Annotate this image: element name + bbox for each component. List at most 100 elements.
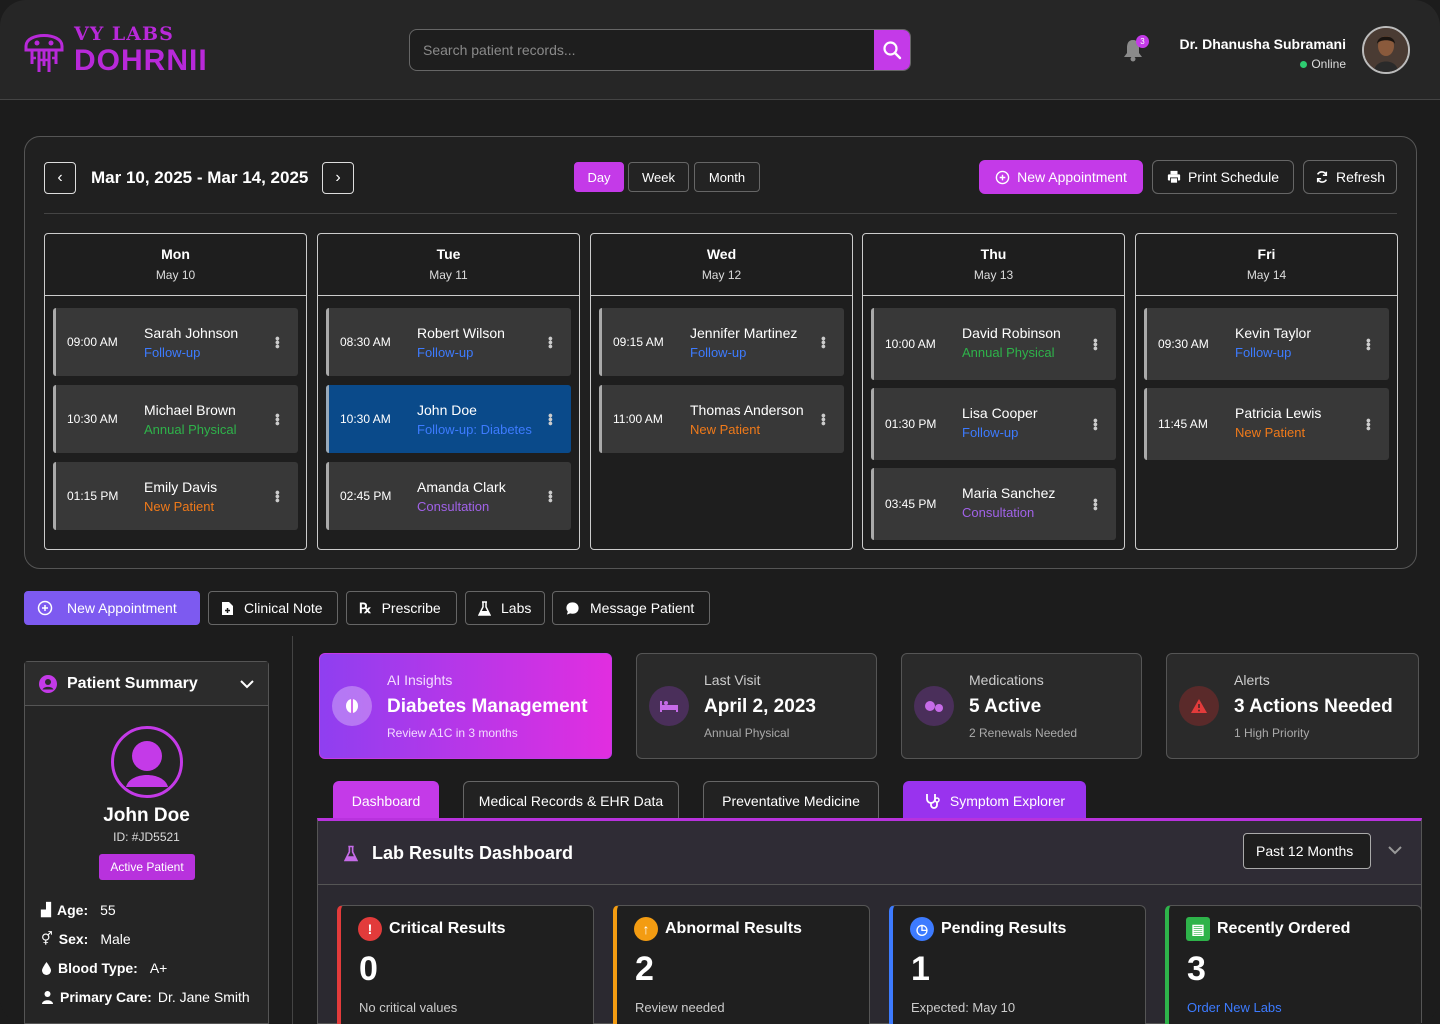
next-week-button[interactable]: › bbox=[322, 162, 354, 194]
tab-preventative-medicine[interactable]: Preventative Medicine bbox=[703, 781, 879, 819]
more-options-icon[interactable]: ••• bbox=[816, 336, 832, 348]
new-appointment-button[interactable]: New Appointment bbox=[979, 160, 1143, 194]
more-options-icon[interactable]: ••• bbox=[1088, 338, 1104, 350]
ai-insights-card[interactable]: AI Insights Diabetes Management Review A… bbox=[319, 653, 612, 759]
more-options-icon[interactable]: ••• bbox=[1088, 418, 1104, 430]
more-options-icon[interactable]: ••• bbox=[543, 413, 559, 425]
lab-card-title: Pending Results bbox=[941, 920, 1067, 937]
lab-summary-card[interactable]: ▤ Recently Ordered 3 Order New Labs bbox=[1165, 905, 1422, 1024]
lab-summary-card[interactable]: ! Critical Results 0 No critical values bbox=[337, 905, 594, 1024]
print-schedule-button[interactable]: Print Schedule bbox=[1152, 160, 1294, 194]
arrow-up-icon: ↑ bbox=[634, 917, 658, 941]
appointment-type: Follow-up: Diabetes bbox=[417, 422, 532, 437]
medications-value: 5 Active bbox=[969, 696, 1042, 717]
user-avatar[interactable] bbox=[1362, 26, 1410, 74]
day-name: Wed bbox=[706, 246, 737, 262]
primary-care-value: Dr. Jane Smith bbox=[157, 989, 250, 1005]
search-input[interactable] bbox=[410, 30, 876, 70]
alerts-card[interactable]: Alerts 3 Actions Needed 1 High Priority bbox=[1166, 653, 1419, 759]
medications-card[interactable]: Medications 5 Active 2 Renewals Needed bbox=[901, 653, 1142, 759]
prev-week-button[interactable]: ‹ bbox=[44, 162, 76, 194]
app-window: VY LABS DOHRNII 3 Dr. Dhanusha Subramani… bbox=[0, 0, 1440, 1024]
patient-summary-header[interactable]: Patient Summary bbox=[25, 662, 268, 706]
more-options-icon[interactable]: ••• bbox=[543, 490, 559, 502]
appointment-type: New Patient bbox=[690, 422, 761, 437]
search-button[interactable] bbox=[874, 30, 910, 70]
appointment-type: Annual Physical bbox=[962, 345, 1055, 360]
more-options-icon[interactable]: ••• bbox=[816, 413, 832, 425]
lab-results-header: Lab Results Dashboard Past 12 Months bbox=[318, 821, 1421, 885]
appointment-time: 02:45 PM bbox=[340, 489, 392, 503]
prescribe-button[interactable]: ℞ Prescribe bbox=[346, 591, 457, 625]
last-visit-card[interactable]: Last Visit April 2, 2023 Annual Physical bbox=[636, 653, 877, 759]
patient-avatar bbox=[111, 726, 183, 798]
stethoscope-icon bbox=[926, 793, 940, 809]
blood-type-label: Blood Type: bbox=[58, 960, 138, 976]
lab-card-sub: Review needed bbox=[635, 1000, 725, 1015]
more-options-icon[interactable]: ••• bbox=[270, 413, 286, 425]
appointment-card[interactable]: 01:15 PM Emily Davis New Patient ••• bbox=[53, 462, 298, 530]
tab-symptom-explorer[interactable]: Symptom Explorer bbox=[903, 781, 1086, 819]
day-header: Mon May 10 bbox=[45, 234, 306, 296]
day-date: May 13 bbox=[973, 268, 1014, 282]
lab-summary-card[interactable]: ↑ Abnormal Results 2 Review needed bbox=[613, 905, 870, 1024]
appointment-card[interactable]: 09:00 AM Sarah Johnson Follow-up ••• bbox=[53, 308, 298, 376]
chevron-right-icon: › bbox=[335, 169, 341, 186]
period-select[interactable]: Past 12 Months bbox=[1243, 833, 1371, 869]
more-options-icon[interactable]: ••• bbox=[1361, 338, 1377, 350]
lab-summary-card[interactable]: ◷ Pending Results 1 Expected: May 10 bbox=[889, 905, 1146, 1024]
more-options-icon[interactable]: ••• bbox=[1361, 418, 1377, 430]
message-patient-button[interactable]: Message Patient bbox=[552, 591, 710, 625]
print-schedule-label: Print Schedule bbox=[1187, 169, 1280, 185]
view-month-button[interactable]: Month bbox=[694, 162, 760, 192]
flask-icon bbox=[344, 845, 358, 862]
patient-id: ID: #JD5521 bbox=[113, 830, 180, 844]
message-patient-label: Message Patient bbox=[590, 600, 695, 616]
more-options-icon[interactable]: ••• bbox=[270, 490, 286, 502]
appointment-card[interactable]: 08:30 AM Robert Wilson Follow-up ••• bbox=[326, 308, 571, 376]
view-day-button[interactable]: Day bbox=[574, 162, 624, 192]
medications-label: Medications bbox=[969, 672, 1044, 688]
more-options-icon[interactable]: ••• bbox=[270, 336, 286, 348]
appointment-card[interactable]: 09:30 AM Kevin Taylor Follow-up ••• bbox=[1144, 308, 1389, 380]
appointment-card[interactable]: 11:45 AM Patricia Lewis New Patient ••• bbox=[1144, 388, 1389, 460]
lab-card-title: Recently Ordered bbox=[1217, 920, 1351, 937]
lab-card-value: 2 bbox=[635, 950, 654, 988]
chat-icon bbox=[566, 601, 579, 615]
appointment-card[interactable]: 02:45 PM Amanda Clark Consultation ••• bbox=[326, 462, 571, 530]
tab-medical-records[interactable]: Medical Records & EHR Data bbox=[463, 781, 679, 819]
prescribe-label: Prescribe bbox=[381, 600, 441, 616]
labs-button[interactable]: Labs bbox=[465, 591, 545, 625]
clinical-note-label: Clinical Note bbox=[244, 600, 323, 616]
day-header: Wed May 12 bbox=[591, 234, 852, 296]
date-range: Mar 10, 2025 - Mar 14, 2025 bbox=[91, 168, 309, 187]
appointment-card[interactable]: 01:30 PM Lisa Cooper Follow-up ••• bbox=[871, 388, 1116, 460]
clinical-note-button[interactable]: Clinical Note bbox=[208, 591, 338, 625]
view-week-button[interactable]: Week bbox=[628, 162, 689, 192]
order-new-labs-link[interactable]: Order New Labs bbox=[1187, 1000, 1282, 1015]
logo[interactable]: VY LABS DOHRNII bbox=[22, 24, 208, 76]
tab-symptom-explorer-label: Symptom Explorer bbox=[949, 792, 1066, 809]
chevron-down-icon[interactable] bbox=[1388, 845, 1402, 855]
patient-sex-row: ⚥ Sex: Male bbox=[41, 931, 131, 947]
quick-new-appointment-button[interactable]: New Appointment bbox=[24, 591, 200, 625]
appointment-card[interactable]: 11:00 AM Thomas Anderson New Patient ••• bbox=[599, 385, 844, 453]
more-options-icon[interactable]: ••• bbox=[1088, 498, 1104, 510]
appointment-patient: Amanda Clark bbox=[417, 479, 506, 495]
appointment-type: New Patient bbox=[1235, 425, 1306, 440]
appointment-card[interactable]: 10:00 AM David Robinson Annual Physical … bbox=[871, 308, 1116, 380]
appointment-card[interactable]: 10:30 AM John Doe Follow-up: Diabetes ••… bbox=[326, 385, 571, 453]
top-bar: VY LABS DOHRNII 3 Dr. Dhanusha Subramani… bbox=[0, 0, 1440, 100]
appointment-time: 09:00 AM bbox=[67, 335, 118, 349]
appointment-time: 09:30 AM bbox=[1158, 337, 1209, 351]
appointment-patient: David Robinson bbox=[962, 325, 1061, 341]
appointment-card[interactable]: 03:45 PM Maria Sanchez Consultation ••• bbox=[871, 468, 1116, 540]
tab-dashboard[interactable]: Dashboard bbox=[333, 781, 439, 819]
refresh-button[interactable]: Refresh bbox=[1303, 160, 1397, 194]
plus-circle-icon bbox=[37, 600, 53, 616]
more-options-icon[interactable]: ••• bbox=[543, 336, 559, 348]
online-dot-icon bbox=[1300, 61, 1308, 69]
appointment-card[interactable]: 10:30 AM Michael Brown Annual Physical •… bbox=[53, 385, 298, 453]
labs-label: Labs bbox=[501, 600, 532, 616]
appointment-card[interactable]: 09:15 AM Jennifer Martinez Follow-up ••• bbox=[599, 308, 844, 376]
